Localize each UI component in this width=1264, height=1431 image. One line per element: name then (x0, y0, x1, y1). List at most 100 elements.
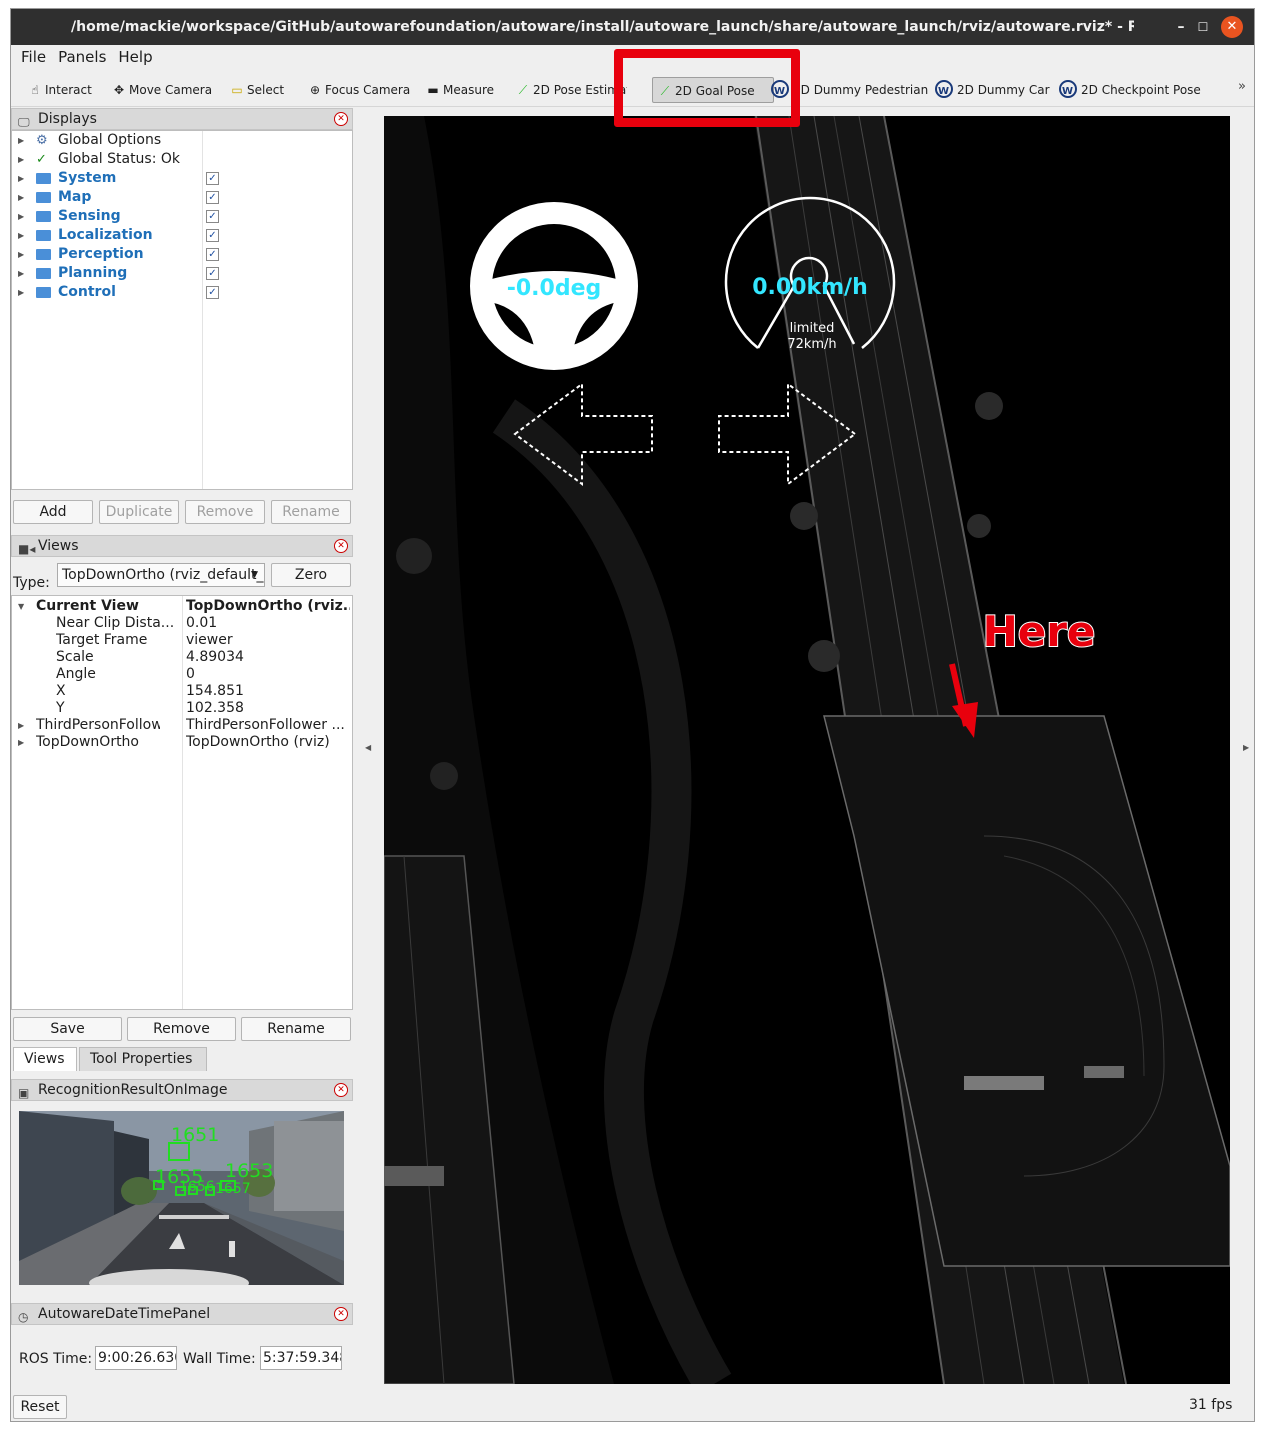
tool-interact[interactable]: ☝ Interact (27, 77, 91, 103)
toolbar-overflow-button[interactable]: » (1238, 79, 1246, 94)
display-checkbox[interactable]: ✓ (206, 267, 219, 280)
save-view-button[interactable]: Save (13, 1017, 122, 1041)
clock-icon: ◷ (18, 1310, 29, 1324)
view-type-select[interactable]: TopDownOrtho (rviz_default_plugins)▼ (57, 563, 265, 587)
chevron-right-icon[interactable]: ▶ (18, 717, 24, 734)
close-button[interactable]: ✕ (1221, 16, 1243, 38)
display-item-system[interactable]: ▶ System ✓ (12, 169, 352, 188)
autoware-logo-icon (935, 79, 953, 105)
view-prop-third-person-follower[interactable]: ▶ThirdPersonFollowerThirdPersonFollower … (12, 717, 352, 734)
menu-help[interactable]: Help (112, 45, 158, 69)
chevron-down-icon: ▼ (251, 570, 258, 580)
panel-close-icon[interactable]: ✕ (334, 1083, 348, 1097)
display-item-control[interactable]: ▶ Control ✓ (12, 283, 352, 302)
reset-button[interactable]: Reset (13, 1395, 67, 1419)
render-viewport[interactable]: -0.0deg 0.00km/h limited 72km/h Here (384, 116, 1230, 1384)
chevron-down-icon[interactable]: ▼ (18, 598, 24, 615)
ros-time-value: 9:00:26.630 (95, 1346, 177, 1370)
tool-2d-pose-estimate[interactable]: ⟋2D Pose Estimate (515, 77, 627, 103)
display-checkbox[interactable]: ✓ (206, 172, 219, 185)
tool-select[interactable]: ▭ Select (229, 77, 284, 103)
fps-counter: 31 fps (1189, 1397, 1233, 1413)
rename-view-button[interactable]: Rename (241, 1017, 351, 1041)
ruler-icon: ▬ (427, 83, 439, 97)
gear-icon: ⚙ (36, 133, 48, 148)
select-box-icon: ▭ (231, 83, 243, 97)
display-item-planning[interactable]: ▶ Planning ✓ (12, 264, 352, 283)
tool-measure[interactable]: ▬ Measure (425, 77, 494, 103)
duplicate-display-button[interactable]: Duplicate (99, 500, 179, 524)
view-prop-x[interactable]: X 154.851 (12, 683, 352, 700)
tab-views[interactable]: Views (13, 1047, 77, 1071)
folder-icon (36, 245, 51, 266)
crosshair-icon: ⊕ (309, 83, 321, 97)
panel-close-icon[interactable]: ✕ (334, 1307, 348, 1321)
remove-view-button[interactable]: Remove (127, 1017, 236, 1041)
view-prop-y[interactable]: Y 102.358 (12, 700, 352, 717)
folder-icon (36, 169, 51, 190)
map-render[interactable]: -0.0deg 0.00km/h limited 72km/h Here (384, 116, 1230, 1384)
window-title: /home/mackie/workspace/GitHub/autowarefo… (71, 19, 1134, 35)
menu-file[interactable]: File (15, 45, 52, 69)
tool-2d-dummy-car[interactable]: 2D Dummy Car (935, 77, 1050, 105)
add-display-button[interactable]: Add (13, 500, 93, 524)
camera-scene: 1651 1655 1653 1656 1657 (19, 1111, 344, 1285)
detection-label: 1657 (215, 1181, 251, 1197)
rviz-window: /home/mackie/workspace/GitHub/autowarefo… (10, 8, 1255, 1422)
tab-tool-properties[interactable]: Tool Properties (79, 1047, 207, 1071)
display-item-sensing[interactable]: ▶ Sensing ✓ (12, 207, 352, 226)
detection-label: 1653 (225, 1160, 273, 1182)
views-property-tree: ▼ Current View TopDownOrtho (rviz... Near … (11, 595, 353, 1010)
ros-time-label: ROS Time: (19, 1351, 93, 1367)
green-arrow-icon: ⟋ (518, 83, 528, 97)
speed-limit-label: limited (790, 321, 835, 336)
chevron-right-icon[interactable]: ▶ (18, 734, 24, 751)
move-arrows-icon: ✥ (113, 83, 125, 97)
view-prop-top-down-ortho[interactable]: ▶ TopDownOrtho TopDownOrtho (rviz) (12, 734, 352, 751)
camera-icon: ■◂ (18, 542, 36, 556)
rename-display-button[interactable]: Rename (271, 500, 351, 524)
display-item-perception[interactable]: ▶ Perception ✓ (12, 245, 352, 264)
wall-time-label: Wall Time: (183, 1351, 256, 1367)
remove-display-button[interactable]: Remove (185, 500, 265, 524)
view-prop-current-view[interactable]: ▼ Current View TopDownOrtho (rviz... (12, 598, 352, 615)
hand-pointer-icon: ☝ (31, 83, 39, 97)
collapse-left-dock-icon[interactable]: ◀ (365, 743, 371, 752)
panel-close-icon[interactable]: ✕ (334, 112, 348, 126)
display-checkbox[interactable]: ✓ (206, 248, 219, 261)
recognition-camera-image: 1651 1655 1653 1656 1657 (19, 1111, 344, 1285)
view-prop-target-frame[interactable]: Target Frame viewer (12, 632, 352, 649)
maximize-button[interactable]: ☐ (1193, 17, 1213, 37)
views-panel-header: ■◂ Views ✕ (11, 535, 353, 557)
monitor-icon: 🖵 (18, 115, 30, 129)
menu-panels[interactable]: Panels (52, 45, 112, 69)
folder-icon (36, 207, 51, 228)
display-checkbox[interactable]: ✓ (206, 286, 219, 299)
folder-icon (36, 283, 51, 304)
autoware-logo-icon (1059, 79, 1077, 105)
folder-icon (36, 188, 51, 209)
display-item-localization[interactable]: ▶ Localization ✓ (12, 226, 352, 245)
tool-move-camera[interactable]: ✥ Move Camera (111, 77, 212, 103)
view-prop-near-clip[interactable]: Near Clip Dista... 0.01 (12, 615, 352, 632)
highlight-annotation-box (614, 49, 800, 127)
tool-focus-camera[interactable]: ⊕ Focus Camera (307, 77, 410, 103)
detection-label: 1656 (179, 1179, 215, 1195)
zero-view-button[interactable]: Zero (271, 563, 351, 587)
view-prop-scale[interactable]: Scale 4.89034 (12, 649, 352, 666)
image-icon: ▣ (18, 1086, 30, 1100)
display-checkbox[interactable]: ✓ (206, 191, 219, 204)
collapse-right-dock-icon[interactable]: ▶ (1243, 743, 1249, 752)
speed-limit-value: 72km/h (787, 337, 836, 352)
minimize-button[interactable]: – (1171, 17, 1191, 37)
display-checkbox[interactable]: ✓ (206, 229, 219, 242)
detection-label: 1651 (171, 1124, 219, 1146)
steering-angle-text: -0.0deg (507, 276, 602, 301)
tool-2d-checkpoint-pose[interactable]: 2D Checkpoint Pose (1059, 77, 1201, 105)
display-item-map[interactable]: ▶ Map ✓ (12, 188, 352, 207)
panel-close-icon[interactable]: ✕ (334, 539, 348, 553)
view-prop-angle[interactable]: Angle 0 (12, 666, 352, 683)
display-checkbox[interactable]: ✓ (206, 210, 219, 223)
speed-text: 0.00km/h (752, 275, 868, 300)
displays-tree: ▶ ⚙ Global Options ▶ ✓ Global Status: Ok ▶ Sy… (11, 130, 353, 490)
